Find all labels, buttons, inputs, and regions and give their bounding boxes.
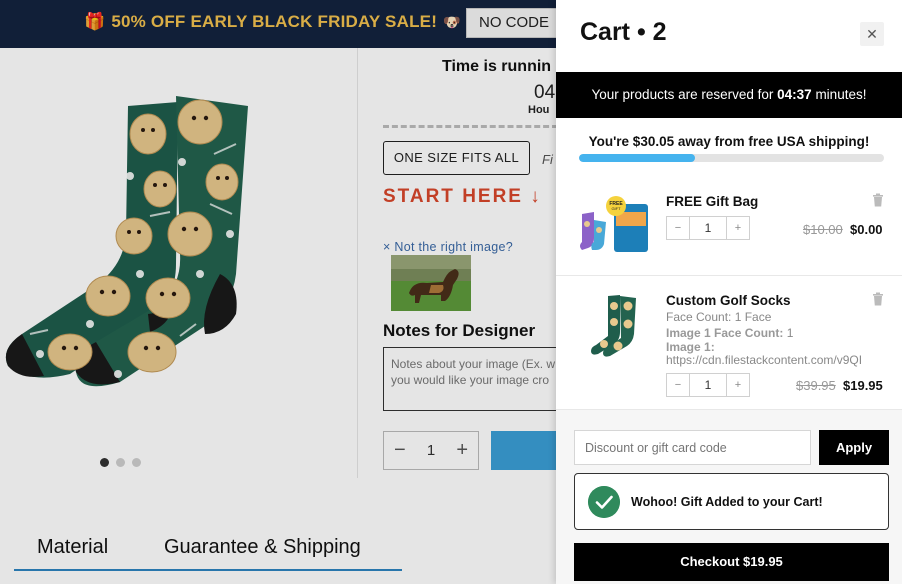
gift-added-notice: Wohoo! Gift Added to your Cart! bbox=[574, 473, 889, 530]
plus-icon[interactable]: + bbox=[727, 222, 749, 234]
cart-item-name: FREE Gift Bag bbox=[666, 194, 759, 209]
cart-item-price: $0.00 bbox=[850, 222, 883, 237]
golf-socks-image[interactable] bbox=[590, 294, 640, 358]
reservation-prefix: Your products are reserved for bbox=[591, 87, 774, 102]
reservation-banner: Your products are reserved for 04:37 min… bbox=[556, 72, 902, 118]
free-shipping-progress-fill bbox=[579, 154, 695, 162]
cart-item-name: Custom Golf Socks bbox=[666, 293, 791, 308]
discount-code-input[interactable] bbox=[574, 430, 811, 465]
svg-text:GIFT: GIFT bbox=[611, 206, 621, 211]
cart-item-quantity-stepper[interactable]: − 1 + bbox=[666, 373, 750, 397]
reservation-suffix: minutes! bbox=[815, 87, 867, 102]
cart-footer: Apply Wohoo! Gift Added to your Cart! Ch… bbox=[556, 410, 902, 584]
cart-drawer: Cart • 2 ✕ Your products are reserved fo… bbox=[556, 0, 902, 584]
image-face-count-value: 1 bbox=[786, 326, 794, 340]
cart-item-quantity-stepper[interactable]: − 1 + bbox=[666, 216, 750, 240]
free-shipping-progress-bar bbox=[579, 154, 884, 162]
cart-line-item: Custom Golf Socks Face Count: 1 Face Ima… bbox=[556, 276, 902, 410]
trash-icon[interactable] bbox=[872, 193, 884, 207]
gift-bag-image[interactable]: FREE GIFT bbox=[578, 194, 652, 256]
page-dim-overlay[interactable] bbox=[0, 0, 556, 584]
cart-item-face-count: Face Count: 1 Face bbox=[666, 309, 771, 325]
cart-item-image-url[interactable]: https://cdn.filestackcontent.com/v9QI bbox=[666, 352, 872, 368]
checkmark-icon bbox=[588, 486, 620, 518]
cart-item-quantity[interactable]: 1 bbox=[689, 217, 727, 239]
cart-item-original-price: $10.00 bbox=[803, 222, 843, 237]
cart-item-quantity[interactable]: 1 bbox=[689, 374, 727, 396]
gift-added-text: Wohoo! Gift Added to your Cart! bbox=[631, 495, 823, 509]
cart-title: Cart • 2 bbox=[580, 18, 667, 46]
close-icon[interactable]: ✕ bbox=[860, 22, 884, 46]
cart-item-original-price: $39.95 bbox=[796, 378, 836, 393]
image-face-count-label: Image 1 Face Count: bbox=[666, 326, 784, 340]
minus-icon[interactable]: − bbox=[667, 222, 689, 234]
checkout-button[interactable]: Checkout $19.95 bbox=[574, 543, 889, 581]
reservation-time: 04:37 bbox=[777, 87, 812, 102]
cart-line-item: FREE GIFT FREE Gift Bag − 1 + $10.00 $0.… bbox=[556, 180, 902, 276]
free-shipping-message: You're $30.05 away from free USA shippin… bbox=[588, 134, 870, 149]
plus-icon[interactable]: + bbox=[727, 379, 749, 391]
minus-icon[interactable]: − bbox=[667, 379, 689, 391]
face-count-value: 1 Face bbox=[734, 310, 772, 324]
trash-icon[interactable] bbox=[872, 292, 884, 306]
face-count-label: Face Count: bbox=[666, 310, 732, 324]
cart-item-price: $19.95 bbox=[843, 378, 883, 393]
apply-discount-button[interactable]: Apply bbox=[819, 430, 889, 465]
